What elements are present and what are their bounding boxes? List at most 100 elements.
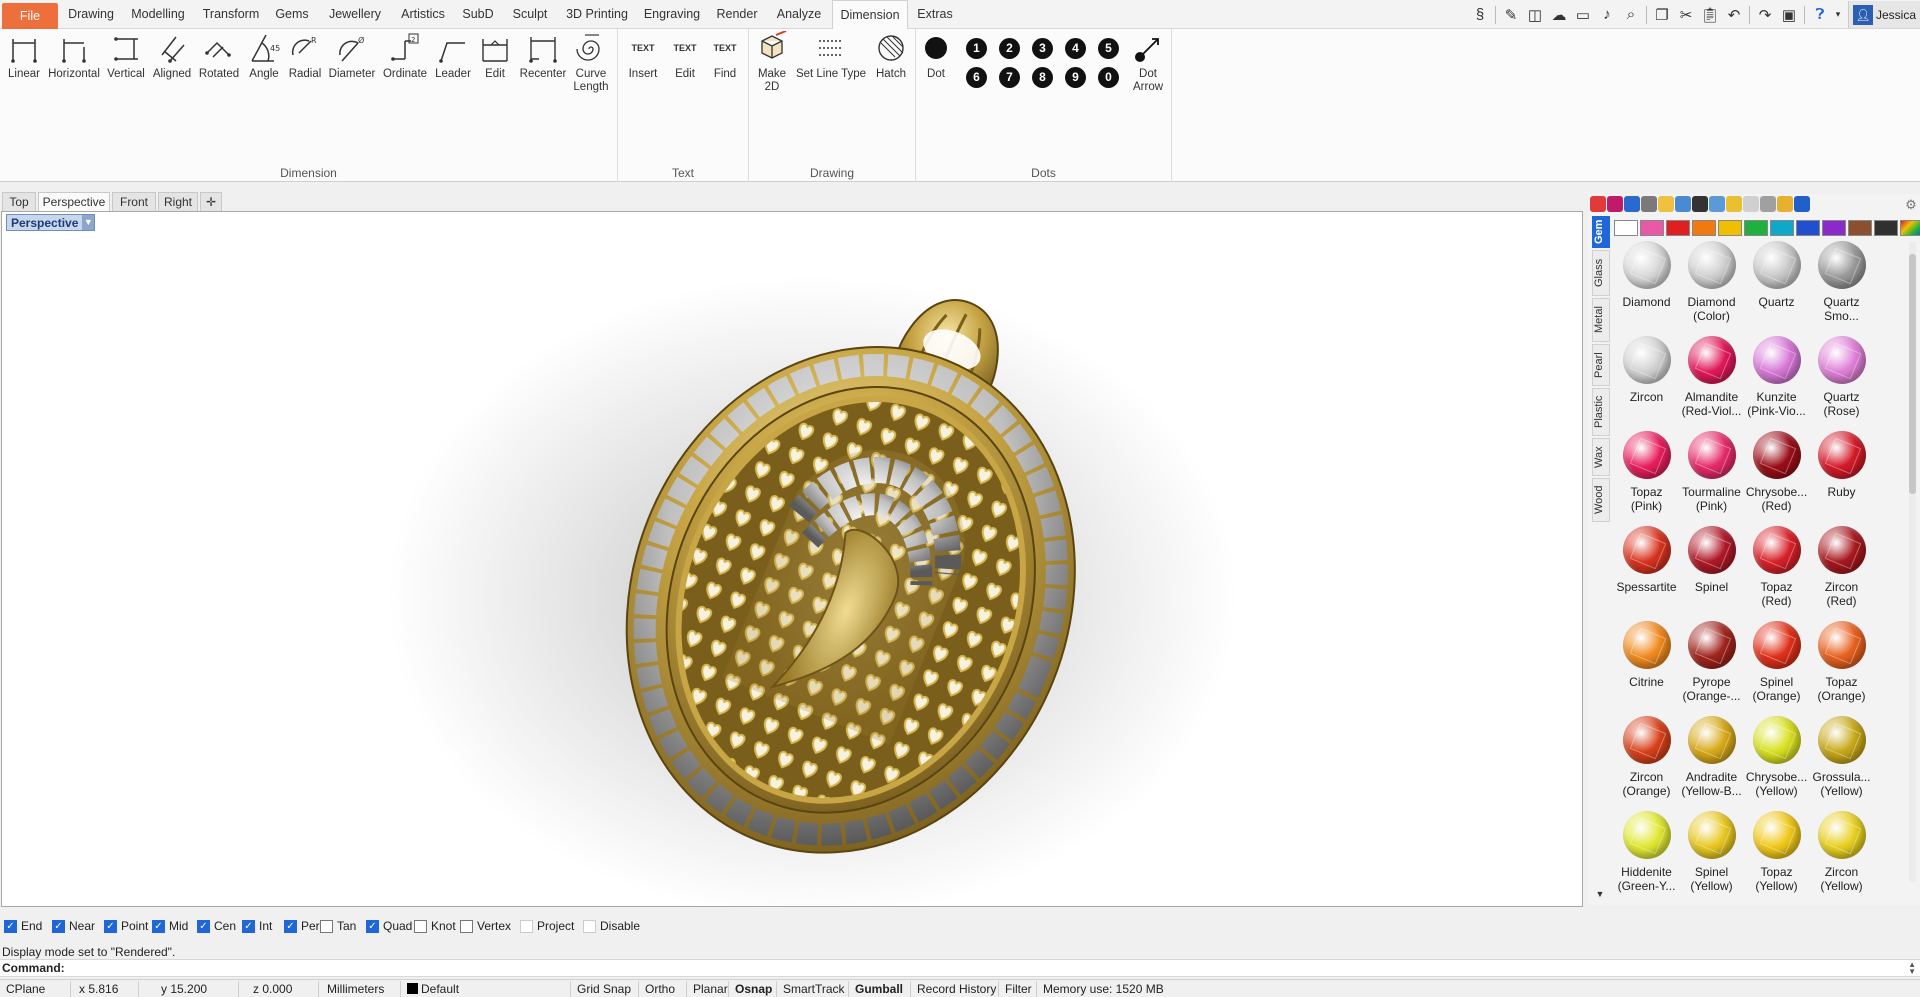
gem-item[interactable]: Pyrope (Orange-... xyxy=(1679,621,1744,703)
image-icon[interactable] xyxy=(1675,196,1691,212)
gem-item[interactable]: Zircon (Orange) xyxy=(1614,716,1679,798)
dot-number-7-button[interactable]: 7 xyxy=(999,67,1020,88)
osnap-project[interactable]: Project xyxy=(520,918,574,934)
chevron-down-icon[interactable]: ▾ xyxy=(1832,3,1844,27)
dot-number-6-button[interactable]: 6 xyxy=(966,67,987,88)
osnap-near[interactable]: ✓ Near xyxy=(52,918,95,934)
tab-plastic[interactable]: Plastic xyxy=(1592,388,1610,436)
status-smarttrack[interactable]: SmartTrack xyxy=(776,981,848,997)
color-swatch[interactable] xyxy=(1848,220,1872,236)
checkbox[interactable]: ✓ xyxy=(242,919,255,933)
tab-gems[interactable]: Gems xyxy=(270,0,314,29)
scrollbar-thumb[interactable] xyxy=(1909,254,1916,494)
tab-modelling[interactable]: Modelling xyxy=(124,0,192,29)
tab-sculpt[interactable]: Sculpt xyxy=(506,0,554,29)
tab-extras[interactable]: Extras xyxy=(912,0,958,29)
dot-number-4-button[interactable]: 4 xyxy=(1065,38,1086,59)
materials-icon[interactable] xyxy=(1624,196,1640,212)
status-filter[interactable]: Filter xyxy=(998,981,1036,997)
gem-item[interactable]: Spinel (Orange) xyxy=(1744,621,1809,703)
status-ortho[interactable]: Ortho xyxy=(638,981,686,997)
osnap-knot[interactable]: Knot xyxy=(414,918,456,934)
status-layer[interactable]: Default xyxy=(400,981,570,997)
tab-metal[interactable]: Metal xyxy=(1592,298,1610,342)
edit-dimension-button[interactable]: Edit xyxy=(474,31,516,81)
color-swatch[interactable] xyxy=(1614,220,1638,236)
checkbox[interactable]: ✓ xyxy=(52,919,65,933)
osnap-vertex[interactable]: Vertex xyxy=(460,918,511,934)
tab-analyze[interactable]: Analyze xyxy=(770,0,828,29)
color-wheel-icon[interactable] xyxy=(1590,196,1606,212)
microphone-icon[interactable]: ♪ xyxy=(1595,3,1619,27)
status-record-history[interactable]: Record History xyxy=(910,981,1006,997)
horizontal-button[interactable]: Horizontal xyxy=(46,31,102,81)
environment-icon[interactable] xyxy=(1709,196,1725,212)
gem-item[interactable]: Chrysobe... (Red) xyxy=(1744,431,1809,513)
osnap-tan[interactable]: Tan xyxy=(320,918,356,934)
checkbox[interactable]: ✓ xyxy=(152,919,165,933)
command-history-scroll-icon[interactable]: ▲ ▼ xyxy=(1908,961,1916,976)
viewport-tab-perspective[interactable]: Perspective xyxy=(38,192,110,211)
checkbox[interactable]: ✓ xyxy=(4,919,17,933)
gem-item[interactable]: Zircon (Yellow) xyxy=(1809,811,1874,893)
checkbox[interactable]: ✓ xyxy=(197,919,210,933)
osnap-quad[interactable]: ✓ Quad xyxy=(366,918,412,934)
ordinate-button[interactable]: 2 Ordinate xyxy=(380,31,430,81)
checkbox[interactable] xyxy=(583,919,596,933)
checkbox[interactable]: ✓ xyxy=(104,919,117,933)
color-swatch[interactable] xyxy=(1640,220,1664,236)
radial-button[interactable]: R Radial xyxy=(284,31,326,81)
diameter-button[interactable]: Ø Diameter xyxy=(326,31,378,81)
rotated-button[interactable]: Rotated xyxy=(196,31,242,81)
gem-item[interactable]: Tourmaline (Pink) xyxy=(1679,431,1744,513)
gem-item[interactable]: Spinel (Yellow) xyxy=(1679,811,1744,893)
tab-wood[interactable]: Wood xyxy=(1592,478,1610,522)
render-icon[interactable] xyxy=(1692,196,1708,212)
tab-gem[interactable]: Gem xyxy=(1592,216,1610,248)
dot-number-9-button[interactable]: 9 xyxy=(1065,67,1086,88)
gem-item[interactable]: Topaz (Pink) xyxy=(1614,431,1679,513)
color-swatch[interactable] xyxy=(1666,220,1690,236)
angle-button[interactable]: 45 Angle xyxy=(244,31,284,81)
edit-text-button[interactable]: TEXT Edit xyxy=(666,31,704,81)
sun-icon[interactable] xyxy=(1777,196,1793,212)
gem-item[interactable]: Topaz (Yellow) xyxy=(1744,811,1809,893)
checkbox[interactable]: ✓ xyxy=(366,919,379,933)
color-swatch[interactable] xyxy=(1770,220,1794,236)
tools-icon[interactable] xyxy=(1641,196,1657,212)
tab-file[interactable]: File xyxy=(2,3,58,29)
light-icon[interactable] xyxy=(1726,196,1742,212)
gear-icon[interactable]: ⚙ xyxy=(1904,198,1918,212)
tab-transform[interactable]: Transform xyxy=(198,0,264,29)
tab-dimension[interactable]: Dimension xyxy=(832,0,908,30)
dot-number-5-button[interactable]: 5 xyxy=(1098,38,1119,59)
gem-item[interactable]: Grossula... (Yellow) xyxy=(1809,716,1874,798)
gem-item[interactable]: Topaz (Orange) xyxy=(1809,621,1874,703)
cut-icon[interactable]: ✂ xyxy=(1674,3,1698,27)
gem-item[interactable]: Topaz (Red) xyxy=(1744,526,1809,608)
video-icon[interactable]: ▭ xyxy=(1571,3,1595,27)
tab-glass[interactable]: Glass xyxy=(1592,250,1610,296)
dot-number-0-button[interactable]: 0 xyxy=(1098,67,1119,88)
gem-item[interactable]: Zircon xyxy=(1614,336,1679,404)
tab-wax[interactable]: Wax xyxy=(1592,438,1610,476)
checkbox[interactable] xyxy=(414,919,427,933)
zoom-icon[interactable]: ⌕ xyxy=(1619,3,1643,27)
user-account[interactable]: 👤︎ Jessica xyxy=(1847,1,1920,28)
viewport-tab-right[interactable]: Right xyxy=(158,192,198,211)
tab-pearl[interactable]: Pearl xyxy=(1592,344,1610,386)
dot-arrow-button[interactable]: Dot Arrow xyxy=(1128,31,1168,94)
checkbox[interactable] xyxy=(520,919,533,933)
color-swatch[interactable] xyxy=(1874,220,1898,236)
status-planar[interactable]: Planar xyxy=(686,981,734,997)
gem-library-icon[interactable] xyxy=(1607,196,1623,212)
insert-text-button[interactable]: TEXT Insert xyxy=(624,31,662,81)
add-viewport-icon[interactable]: ✛ xyxy=(200,192,222,211)
color-swatch[interactable] xyxy=(1822,220,1846,236)
viewport-tab-top[interactable]: Top xyxy=(2,192,36,211)
layers-icon[interactable] xyxy=(1743,196,1759,212)
dot-button[interactable]: Dot xyxy=(920,31,952,81)
dot-number-2-button[interactable]: 2 xyxy=(999,38,1020,59)
save-icon[interactable]: ▣ xyxy=(1777,3,1801,27)
gem-item[interactable]: Ruby xyxy=(1809,431,1874,499)
